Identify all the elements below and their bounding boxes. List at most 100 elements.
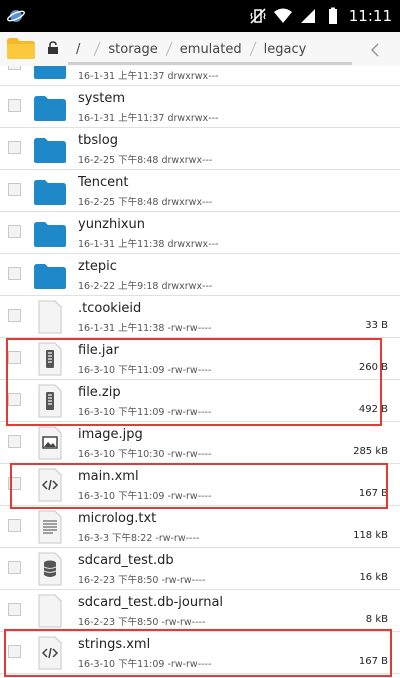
breadcrumb-separator-icon — [165, 41, 173, 57]
row-checkbox[interactable] — [8, 141, 21, 154]
row-checkbox[interactable] — [8, 561, 21, 574]
folder-icon — [34, 96, 66, 121]
breadcrumb-emulated[interactable]: emulated — [174, 42, 248, 57]
file-name: .tcookieid — [78, 301, 142, 316]
row-checkbox[interactable] — [8, 435, 21, 448]
file-size: 8 kB — [365, 614, 388, 625]
file-size: 16 kB — [359, 572, 388, 583]
file-name: file.zip — [78, 385, 121, 400]
xml-file-icon — [38, 468, 62, 502]
folder-icon[interactable] — [6, 36, 36, 60]
folder-icon — [34, 138, 66, 163]
file-meta: 16-2-25 下午8:48 drwxrwx--- — [78, 197, 213, 208]
file-row[interactable]: system 16-1-31 上午11:37 drwxrwx--- — [0, 86, 400, 128]
file-meta: 16-3-10 下午11:09 -rw-rw---- — [78, 407, 212, 418]
file-row[interactable]: sdcard_test.db 16-2-23 下午8:50 -rw-rw---- 1… — [0, 548, 400, 590]
row-checkbox[interactable] — [8, 351, 21, 364]
file-meta: 16-1-31 上午11:38 drwxrwx--- — [78, 239, 219, 250]
globe-logo-icon — [7, 10, 25, 22]
breadcrumb-separator-icon — [93, 41, 101, 57]
row-checkbox[interactable] — [8, 393, 21, 406]
folder-icon — [34, 66, 66, 79]
file-row[interactable]: sdcard_test.db-journal 16-2-23 下午8:50 -rw… — [0, 590, 400, 632]
row-checkbox[interactable] — [8, 603, 21, 616]
file-row[interactable]: yunzhixun 16-1-31 上午11:38 drwxrwx--- — [0, 212, 400, 254]
row-checkbox[interactable] — [8, 66, 21, 70]
file-row[interactable]: image.jpg 16-3-10 下午10:30 -rw-rw---- 285 k… — [0, 422, 400, 464]
file-meta: 16-3-3 下午8:22 -rw-rw---- — [78, 533, 200, 544]
breadcrumb-root[interactable]: / — [76, 42, 92, 57]
file-row[interactable]: file.jar 16-3-10 下午11:09 -rw-rw---- 260 B — [0, 338, 400, 380]
file-size: 167 B — [358, 656, 388, 667]
file-name: system — [78, 91, 125, 106]
vibrate-icon — [250, 8, 266, 24]
file-meta: 16-1-31 上午11:38 -rw-rw---- — [78, 323, 212, 334]
row-checkbox[interactable] — [8, 519, 21, 532]
breadcrumb: / storage emulated legacy — [76, 40, 312, 58]
file-name: tbslog — [78, 133, 118, 148]
file-row[interactable]: file.zip 16-3-10 下午11:09 -rw-rw---- 492 B — [0, 380, 400, 422]
image-file-icon — [38, 426, 62, 460]
row-checkbox[interactable] — [8, 645, 21, 658]
file-row[interactable]: 16-1-31 上午11:37 drwxrwx--- — [0, 66, 400, 86]
file-icon — [38, 594, 62, 628]
file-row[interactable]: ztepic 16-2-22 上午9:18 drwxrwx--- — [0, 254, 400, 296]
file-name: strings.xml — [78, 637, 151, 652]
file-name: file.jar — [78, 343, 119, 358]
file-row[interactable]: microlog.txt 16-3-3 下午8:22 -rw-rw---- 118 … — [0, 506, 400, 548]
signal-icon — [300, 9, 315, 23]
file-meta: 16-3-10 下午11:09 -rw-rw---- — [78, 365, 212, 376]
chevron-left-icon[interactable] — [370, 42, 380, 58]
file-name: microlog.txt — [78, 511, 157, 526]
file-name: image.jpg — [78, 427, 143, 442]
file-name: sdcard_test.db — [78, 553, 174, 568]
row-checkbox[interactable] — [8, 183, 21, 196]
file-size: 118 kB — [353, 530, 388, 541]
database-file-icon — [38, 552, 62, 586]
file-meta: 16-3-10 下午11:09 -rw-rw---- — [78, 659, 212, 670]
file-size: 492 B — [358, 404, 388, 415]
clock: 11:11 — [348, 7, 392, 25]
row-checkbox[interactable] — [8, 225, 21, 238]
breadcrumb-scrollbar — [68, 62, 352, 65]
file-row[interactable]: main.xml 16-3-10 下午11:09 -rw-rw---- 167 B — [0, 464, 400, 506]
file-row[interactable]: .tcookieid 16-1-31 上午11:38 -rw-rw---- 33 B — [0, 296, 400, 338]
archive-icon — [38, 342, 62, 376]
file-meta: 16-2-25 下午8:48 drwxrwx--- — [78, 155, 213, 166]
lock-icon[interactable] — [47, 41, 59, 55]
folder-icon — [34, 264, 66, 289]
file-list: 16-1-31 上午11:37 drwxrwx--- system 16-1-31… — [0, 66, 400, 678]
breadcrumb-legacy[interactable]: legacy — [258, 42, 313, 57]
file-meta: 16-2-23 下午8:50 -rw-rw---- — [78, 575, 206, 586]
file-meta: 16-3-10 下午10:30 -rw-rw---- — [78, 449, 212, 460]
file-name: yunzhixun — [78, 217, 146, 232]
status-bar: 11:11 — [0, 0, 400, 32]
row-checkbox[interactable] — [8, 309, 21, 322]
row-checkbox[interactable] — [8, 477, 21, 490]
row-checkbox[interactable] — [8, 99, 21, 112]
text-file-icon — [38, 510, 62, 544]
file-name: ztepic — [78, 259, 117, 274]
file-icon — [38, 300, 62, 334]
file-name: Tencent — [78, 175, 129, 190]
file-meta: 16-3-10 下午11:09 -rw-rw---- — [78, 491, 212, 502]
file-size: 260 B — [358, 362, 388, 373]
file-name: sdcard_test.db-journal — [78, 595, 224, 610]
file-size: 33 B — [365, 320, 388, 331]
breadcrumb-storage[interactable]: storage — [102, 42, 163, 57]
file-name: main.xml — [78, 469, 139, 484]
row-checkbox[interactable] — [8, 267, 21, 280]
file-meta: 16-1-31 上午11:37 drwxrwx--- — [78, 113, 219, 124]
folder-icon — [34, 180, 66, 205]
file-row[interactable]: strings.xml 16-3-10 下午11:09 -rw-rw---- 167… — [0, 632, 400, 674]
file-row[interactable]: tbslog 16-2-25 下午8:48 drwxrwx--- — [0, 128, 400, 170]
wifi-icon — [273, 8, 292, 23]
path-toolbar: / storage emulated legacy — [0, 32, 400, 66]
file-size: 285 kB — [353, 446, 388, 457]
battery-icon — [328, 7, 337, 24]
file-row[interactable]: Tencent 16-2-25 下午8:48 drwxrwx--- — [0, 170, 400, 212]
file-meta: 16-1-31 上午11:37 drwxrwx--- — [78, 71, 219, 82]
archive-icon — [38, 384, 62, 418]
folder-icon — [34, 222, 66, 247]
breadcrumb-separator-icon — [249, 41, 257, 57]
